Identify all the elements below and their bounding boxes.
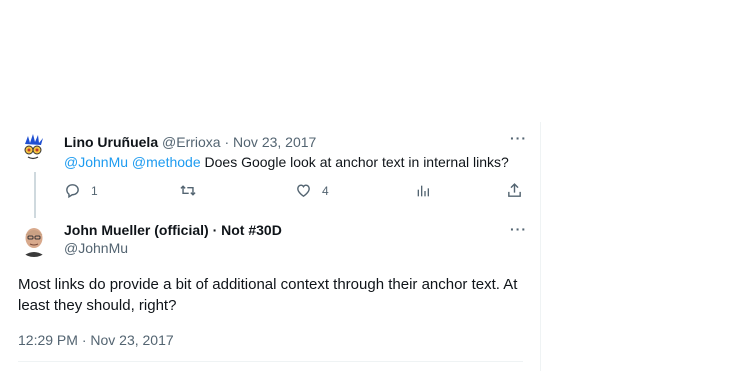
more-icon[interactable]: ··· xyxy=(510,221,527,237)
mention-methode[interactable]: @methode xyxy=(132,154,201,170)
separator: · xyxy=(224,134,230,150)
reply-text: @JohnMu @methode Does Google look at anc… xyxy=(64,153,509,171)
analytics-icon xyxy=(417,185,429,197)
author-handle[interactable]: @Errioxa xyxy=(162,134,221,150)
reply-body: Does Google look at anchor text in inter… xyxy=(204,154,509,170)
divider xyxy=(18,361,523,362)
reply-icon xyxy=(66,184,79,199)
author-name[interactable]: Lino Uruñuela xyxy=(64,134,158,150)
reply-header: Lino Uruñuela @Errioxa · Nov 23, 2017 xyxy=(64,133,316,151)
tweet-date[interactable]: Nov 23, 2017 xyxy=(233,134,316,150)
thread-line xyxy=(34,172,36,218)
reply-count: 1 xyxy=(91,183,98,198)
tweet-author-handle[interactable]: @JohnMu xyxy=(64,239,128,257)
share-button[interactable] xyxy=(506,182,523,199)
reply-button[interactable]: 1 xyxy=(64,182,98,199)
like-count: 4 xyxy=(322,183,329,198)
heart-icon xyxy=(297,184,310,198)
avatar-lino[interactable] xyxy=(17,130,51,164)
tweet-timestamp[interactable]: 12:29 PM · Nov 23, 2017 xyxy=(18,331,174,349)
retweet-button[interactable] xyxy=(179,182,197,199)
tweet-card: Lino Uruñuela @Errioxa · Nov 23, 2017 ··… xyxy=(0,122,541,371)
tweet-text: Most links do provide a bit of additiona… xyxy=(18,276,518,314)
more-icon[interactable]: ··· xyxy=(510,130,527,146)
mention-johnmu[interactable]: @JohnMu xyxy=(64,154,128,170)
retweet-icon xyxy=(180,185,196,196)
avatar-john[interactable] xyxy=(17,223,51,257)
like-button[interactable]: 4 xyxy=(295,182,329,199)
share-icon xyxy=(508,183,521,197)
views-button[interactable] xyxy=(415,183,431,199)
tweet-author-name[interactable]: John Mueller (official) · Not #30D xyxy=(64,221,282,239)
author-name[interactable]: John Mueller (official) · Not #30D xyxy=(64,222,282,238)
